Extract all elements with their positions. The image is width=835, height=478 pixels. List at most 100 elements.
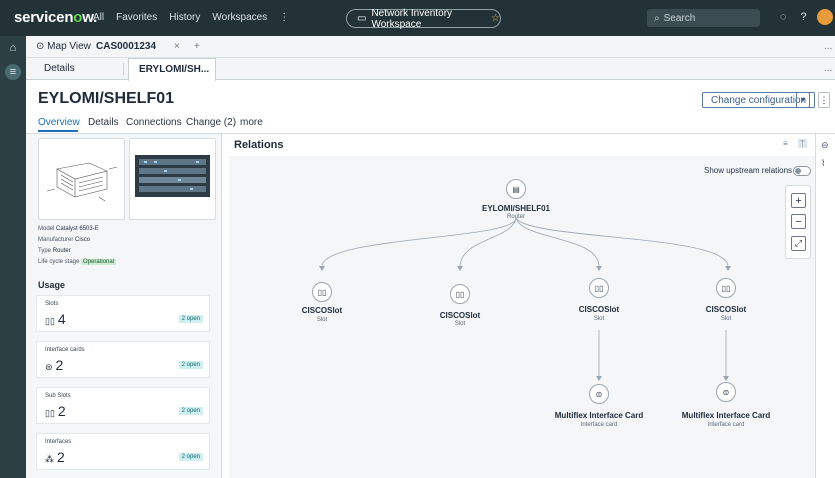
slot-node-name[interactable]: CISCOSlot [706, 305, 746, 314]
servicenow-logo[interactable]: servicenow. [14, 9, 97, 26]
list-icon[interactable]: ≡ [5, 64, 21, 80]
nav-more-icon[interactable]: ⋮ [279, 12, 289, 23]
card-node-name[interactable]: Multiflex Interface Card [555, 411, 643, 420]
usage-title: Usage [38, 280, 66, 290]
top-nav: All Favorites History Workspaces ⋮ [93, 12, 289, 23]
usage-card-sub-slots[interactable]: Sub Slots ▯▯ 2 2 open [36, 387, 210, 424]
slot-node-type: Slot [593, 316, 605, 322]
zoom-in-button[interactable]: + [791, 193, 806, 208]
subtabs-overflow-icon[interactable]: ... [824, 63, 832, 74]
interface-card-node-icon[interactable]: ⊜ [589, 384, 609, 404]
usage-card-interfaces[interactable]: Interfaces ⁂ 2 2 open [36, 433, 210, 470]
slot-node-icon[interactable]: ▯▯ [312, 282, 332, 302]
tab-record[interactable]: CAS0001234 [96, 41, 156, 52]
nav-history[interactable]: History [169, 12, 200, 23]
device-photo-image[interactable] [129, 138, 216, 220]
top-icons: ◌ ? [780, 11, 807, 23]
workspace-pill[interactable]: ▭ Network Inventory Workspace ☆ [346, 7, 501, 30]
nav-all[interactable]: All [93, 12, 104, 23]
attachment-icon[interactable]: ⌇ [821, 158, 825, 169]
card-label: Sub Slots [45, 393, 71, 399]
card-label: Interface cards [45, 347, 85, 353]
router-node-icon[interactable]: ▤ [506, 179, 526, 199]
more-actions-icon[interactable]: ⋮ [818, 92, 830, 108]
tab-more[interactable]: more [240, 117, 263, 128]
record-title: EYLOMI/SHELF01 [38, 90, 175, 107]
star-icon[interactable]: ☆ [491, 13, 500, 24]
close-tab-icon[interactable]: × [174, 41, 180, 52]
tabs-overflow-icon[interactable]: ... [824, 41, 832, 52]
prop-type: Type Router [38, 248, 71, 254]
prop-model: Model Catalyst 6503-E [38, 226, 99, 232]
network-icon: ⁂ [45, 454, 54, 464]
global-search[interactable]: ⌕ Search [647, 9, 760, 27]
slot-node-name[interactable]: CISCOSlot [579, 305, 619, 314]
tab-overview[interactable]: Overview [38, 117, 80, 128]
usage-card-slots[interactable]: Slots ▯▯ 4 2 open [36, 295, 210, 332]
workspace-icon: ▭ [357, 13, 367, 24]
clock-icon[interactable]: ⊖ [821, 140, 829, 151]
tab-connections[interactable]: Connections [126, 117, 182, 128]
list-view-icon[interactable]: ≡ [783, 139, 788, 148]
prop-lifecycle: Life cycle stage Operational [38, 259, 117, 265]
router-drawing-icon [46, 162, 118, 202]
right-rail: ⊖ ⌇ [815, 134, 835, 478]
slot-node-name[interactable]: CISCOSlot [302, 306, 342, 315]
slot-icon: ▯▯ [45, 316, 55, 326]
zoom-out-button[interactable]: − [791, 214, 806, 229]
relations-title: Relations [234, 139, 284, 151]
lifecycle-badge: Operational [81, 259, 117, 265]
card-node-type: Interface card [707, 422, 745, 428]
card-label: Slots [45, 301, 59, 307]
root-node-name[interactable]: EYLOMI/SHELF01 [482, 204, 550, 213]
slot-node-icon[interactable]: ▯▯ [716, 278, 736, 298]
nav-favorites[interactable]: Favorites [116, 12, 157, 23]
relations-tools: ≡ ᛉ [783, 139, 807, 148]
zoom-controls: + − ⤢ [785, 185, 811, 259]
top-bar: servicenow. All Favorites History Worksp… [0, 0, 835, 36]
open-badge[interactable]: 2 open [178, 315, 203, 323]
workspace-label: Network Inventory Workspace [371, 7, 453, 30]
subtab-active[interactable]: ERYLOMI/SH... [128, 58, 216, 81]
rack-photo-icon [135, 155, 210, 197]
left-rail: ⌂ ≡ [0, 36, 26, 478]
slot-node-type: Slot [454, 321, 466, 327]
workspace-tabs: ⊙ Map View CAS0001234 × + ... [26, 36, 835, 58]
chevron-down-icon[interactable]: ▼ [796, 92, 810, 108]
user-avatar[interactable] [817, 9, 833, 25]
open-badge[interactable]: 2 open [178, 407, 203, 415]
nav-workspaces[interactable]: Workspaces [212, 12, 267, 23]
slot-node-type: Slot [720, 316, 732, 322]
card-value: ⊜ 2 [45, 357, 64, 373]
show-upstream-toggle[interactable] [793, 166, 811, 176]
card-value: ▯▯ 4 [45, 311, 66, 327]
card-label: Interfaces [45, 439, 72, 445]
open-badge[interactable]: 2 open [178, 453, 203, 461]
chat-icon[interactable]: ◌ [780, 11, 787, 23]
device-diagram-image[interactable] [38, 138, 125, 220]
fit-view-button[interactable]: ⤢ [791, 236, 806, 251]
slot-node-icon[interactable]: ▯▯ [450, 284, 470, 304]
slot-node-icon[interactable]: ▯▯ [589, 278, 609, 298]
help-icon[interactable]: ? [801, 11, 807, 23]
card-node-type: Interface card [580, 422, 618, 428]
prop-manufacturer: Manufacturer Cisco [38, 237, 91, 243]
slot-node-type: Slot [316, 317, 328, 323]
tab-details[interactable]: Details [88, 117, 119, 128]
tab-map-view[interactable]: ⊙ Map View [36, 41, 91, 52]
card-node-name[interactable]: Multiflex Interface Card [682, 411, 770, 420]
add-tab-icon[interactable]: + [194, 41, 200, 52]
interface-card-node-icon[interactable]: ⊜ [716, 382, 736, 402]
home-icon[interactable]: ⌂ [5, 40, 21, 56]
active-tab-indicator [38, 130, 78, 132]
search-placeholder: Search [663, 12, 696, 24]
slot-node-name[interactable]: CISCOSlot [440, 311, 480, 320]
graph-view-icon[interactable]: ᛉ [797, 139, 807, 148]
open-badge[interactable]: 2 open [178, 361, 203, 369]
usage-card-interface-cards[interactable]: Interface cards ⊜ 2 2 open [36, 341, 210, 378]
subtab-divider [123, 63, 124, 75]
subtab-details[interactable]: Details [34, 58, 85, 80]
card-icon: ⊜ [45, 362, 53, 372]
tab-change[interactable]: Change (2) [186, 117, 236, 128]
root-node-type: Router [506, 214, 526, 220]
